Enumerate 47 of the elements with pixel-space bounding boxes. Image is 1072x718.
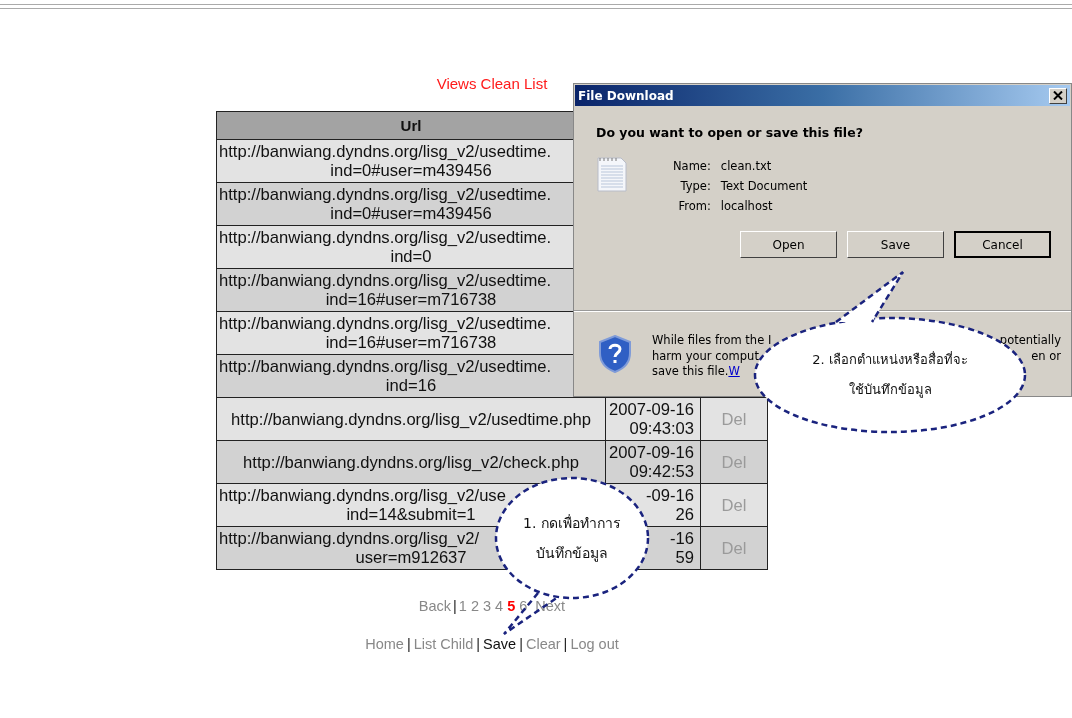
document-icon	[596, 156, 628, 192]
shield-question-icon	[598, 335, 632, 373]
time-cell: 2007-09-16 09:43:03	[605, 397, 701, 441]
warning-text: harm your comput	[652, 348, 759, 363]
next-link[interactable]: Next	[535, 598, 566, 614]
separator: |	[476, 636, 481, 652]
delete-link[interactable]: Del	[721, 452, 747, 472]
field-value: clean.txt	[720, 159, 773, 173]
field-value: localhost	[720, 199, 774, 213]
help-link[interactable]: W	[728, 364, 740, 378]
dialog-question: Do you want to open or save this file?	[596, 125, 864, 140]
nav-link[interactable]: Home	[365, 636, 404, 652]
field-label: Type:	[679, 179, 711, 193]
warning-text: en or	[1030, 348, 1061, 364]
field-value: Text Document	[720, 179, 808, 193]
delete-link[interactable]: Del	[721, 409, 747, 429]
warning-text: potentially	[999, 333, 1061, 349]
warning-text: While files from the I	[652, 333, 772, 347]
nav-link[interactable]: List Child	[413, 636, 474, 652]
nav-link[interactable]: Save	[483, 636, 517, 652]
separator: |	[453, 598, 457, 614]
page-link[interactable]: 1	[458, 598, 467, 614]
separator: |	[563, 636, 568, 652]
separator: |	[406, 636, 411, 652]
page-link[interactable]: 5	[507, 598, 516, 614]
close-button[interactable]	[1049, 87, 1067, 104]
nav-link[interactable]: Clear	[525, 636, 561, 652]
close-icon	[1053, 91, 1063, 100]
page-link[interactable]: 3	[483, 598, 492, 614]
field-label: Name:	[673, 159, 711, 173]
nav-link[interactable]: Log out	[570, 636, 619, 652]
url-cell: http://banwiang.dyndns.org/lisg_v2/check.php	[216, 440, 606, 484]
dialog-button[interactable]: Save	[847, 231, 944, 258]
delete-link[interactable]: Del	[721, 495, 747, 515]
dialog-button[interactable]: Open	[740, 231, 837, 258]
back-link[interactable]: Back	[418, 598, 452, 614]
url-cell: http://banwiang.dyndns.org/lisg_v2/usedtime.php	[216, 397, 606, 441]
page-link[interactable]: 2	[470, 598, 479, 614]
dialog-button[interactable]: Cancel	[954, 231, 1051, 258]
delete-link[interactable]: Del	[721, 538, 747, 558]
warning-text: save this file.	[652, 364, 729, 378]
time-cell: 2007-09-16 09:42:53	[605, 440, 701, 484]
page-link[interactable]: 4	[495, 598, 504, 614]
dialog-title: File Download	[578, 88, 674, 103]
field-label: From:	[677, 199, 711, 213]
separator: |	[519, 636, 523, 652]
page-title: Views Clean List	[436, 75, 548, 92]
